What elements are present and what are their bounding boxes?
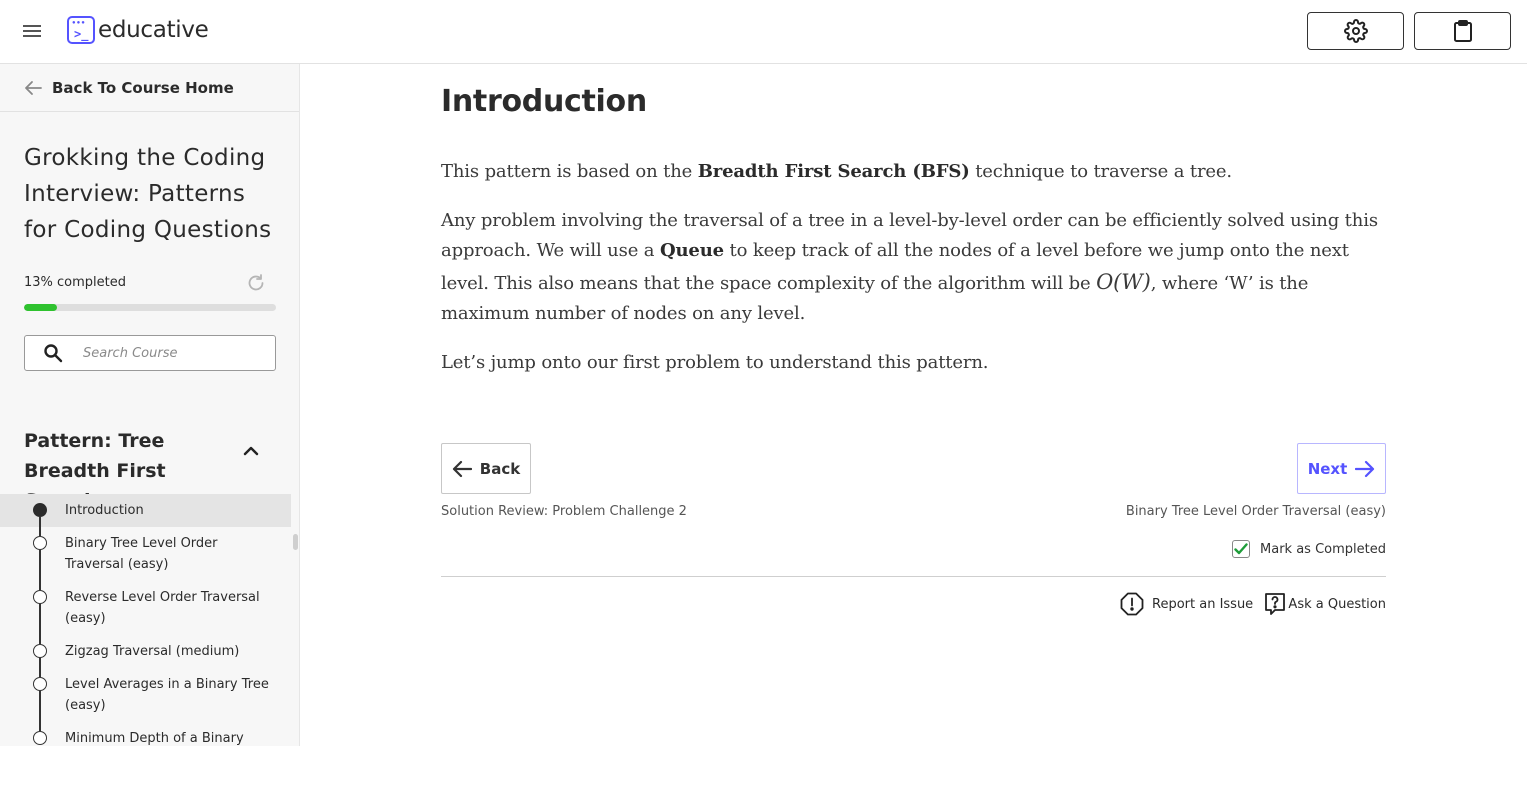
arrow-left-icon [452, 460, 472, 477]
bold-text: Queue [659, 240, 724, 261]
divider [441, 576, 1386, 577]
timeline-connector [39, 550, 41, 590]
brand-name: educative [98, 17, 209, 43]
next-button[interactable]: Next [1297, 443, 1386, 494]
educative-logo[interactable]: ●●● >_ educative [67, 16, 209, 44]
arrow-right-icon [1355, 460, 1375, 477]
alert-octagon-icon [1120, 592, 1144, 616]
back-to-course-home-link[interactable]: Back To Course Home [0, 64, 299, 112]
report-issue-button[interactable]: Report an Issue [1120, 592, 1253, 616]
timeline-connector [39, 658, 41, 677]
question-bubble-icon [1265, 593, 1286, 615]
hamburger-menu-icon[interactable] [20, 22, 44, 42]
paragraph-3: Let’s jump onto our first problem to und… [441, 351, 989, 373]
search-course-input[interactable] [83, 345, 263, 361]
sidebar-scrollbar[interactable] [293, 534, 298, 550]
previous-lesson-title[interactable]: Solution Review: Problem Challenge 2 [441, 504, 687, 519]
back-to-course-home-label: Back To Course Home [52, 78, 234, 97]
lesson-label: Introduction [65, 503, 144, 518]
progress-label: 13% completed [24, 275, 127, 290]
next-lesson-title[interactable]: Binary Tree Level Order Traversal (easy) [1126, 504, 1386, 519]
search-icon [44, 344, 63, 363]
lesson-label: Binary Tree Level Order Traversal (easy) [65, 536, 218, 572]
arrow-left-icon [25, 80, 42, 95]
current-lesson-indicator [33, 503, 47, 517]
clipboard-button[interactable] [1414, 12, 1511, 50]
lesson-label: Zigzag Traversal (medium) [65, 644, 240, 659]
lesson-item[interactable]: Introduction [0, 494, 291, 536]
ask-question-label: Ask a Question [1288, 596, 1386, 612]
gear-icon [1343, 19, 1368, 43]
text: This pattern is based on the [441, 161, 698, 182]
chevron-up-icon[interactable] [240, 440, 262, 462]
timeline-connector [39, 517, 41, 536]
search-course-box[interactable] [24, 335, 276, 371]
lesson-indicator [33, 536, 47, 550]
course-sidebar: Back To Course Home Grokking the Coding … [0, 64, 300, 746]
lesson-item[interactable]: Level Averages in a Binary Tree (easy) [0, 668, 291, 731]
educative-logo-icon: ●●● >_ [67, 16, 95, 44]
lesson-item[interactable]: Zigzag Traversal (medium) [0, 635, 291, 677]
lesson-item[interactable]: Minimum Depth of a Binary Tree (easy) [0, 722, 291, 746]
lesson-indicator [33, 590, 47, 604]
progress-bar [24, 304, 276, 311]
paragraph-2: Any problem involving the traversal of a… [441, 206, 1386, 330]
next-button-label: Next [1307, 459, 1348, 478]
lesson-indicator [33, 677, 47, 691]
progress-bar-fill [24, 304, 57, 311]
math-expression: O(W) [1096, 269, 1151, 294]
bold-text: Breadth First Search (BFS) [697, 161, 970, 182]
lesson-item[interactable]: Binary Tree Level Order Traversal (easy) [0, 527, 291, 590]
lesson-indicator [33, 731, 47, 745]
lesson-title: Introduction [441, 84, 647, 119]
settings-button[interactable] [1307, 12, 1404, 50]
back-button[interactable]: Back [441, 443, 531, 494]
clipboard-icon [1453, 20, 1472, 42]
top-bar: ●●● >_ educative [0, 0, 1527, 64]
timeline-connector [39, 604, 41, 644]
ask-question-button[interactable]: Ask a Question [1264, 592, 1386, 616]
lesson-list: Introduction Binary Tree Level Order Trav… [0, 494, 291, 746]
course-title: Grokking the Coding Interview: Patterns … [24, 145, 272, 243]
timeline-connector [39, 691, 41, 731]
lesson-label: Level Averages in a Binary Tree (easy) [65, 677, 269, 713]
lesson-indicator [33, 644, 47, 658]
mark-completed-checkbox[interactable] [1232, 540, 1251, 558]
report-issue-label: Report an Issue [1152, 596, 1254, 612]
paragraph-1: This pattern is based on the Breadth Fir… [441, 157, 1386, 188]
refresh-icon[interactable] [246, 273, 266, 293]
lesson-label: Reverse Level Order Traversal (easy) [65, 590, 260, 626]
mark-as-completed[interactable]: Mark as Completed [1232, 540, 1386, 558]
lesson-body: This pattern is based on the Breadth Fir… [441, 157, 1386, 396]
lesson-item[interactable]: Reverse Level Order Traversal (easy) [0, 581, 291, 644]
back-button-label: Back [479, 459, 521, 478]
mark-completed-label: Mark as Completed [1260, 541, 1386, 557]
text: technique to traverse a tree. [969, 161, 1232, 182]
lesson-label: Minimum Depth of a Binary Tree (easy) [65, 731, 244, 746]
checkmark-icon [1234, 543, 1248, 555]
